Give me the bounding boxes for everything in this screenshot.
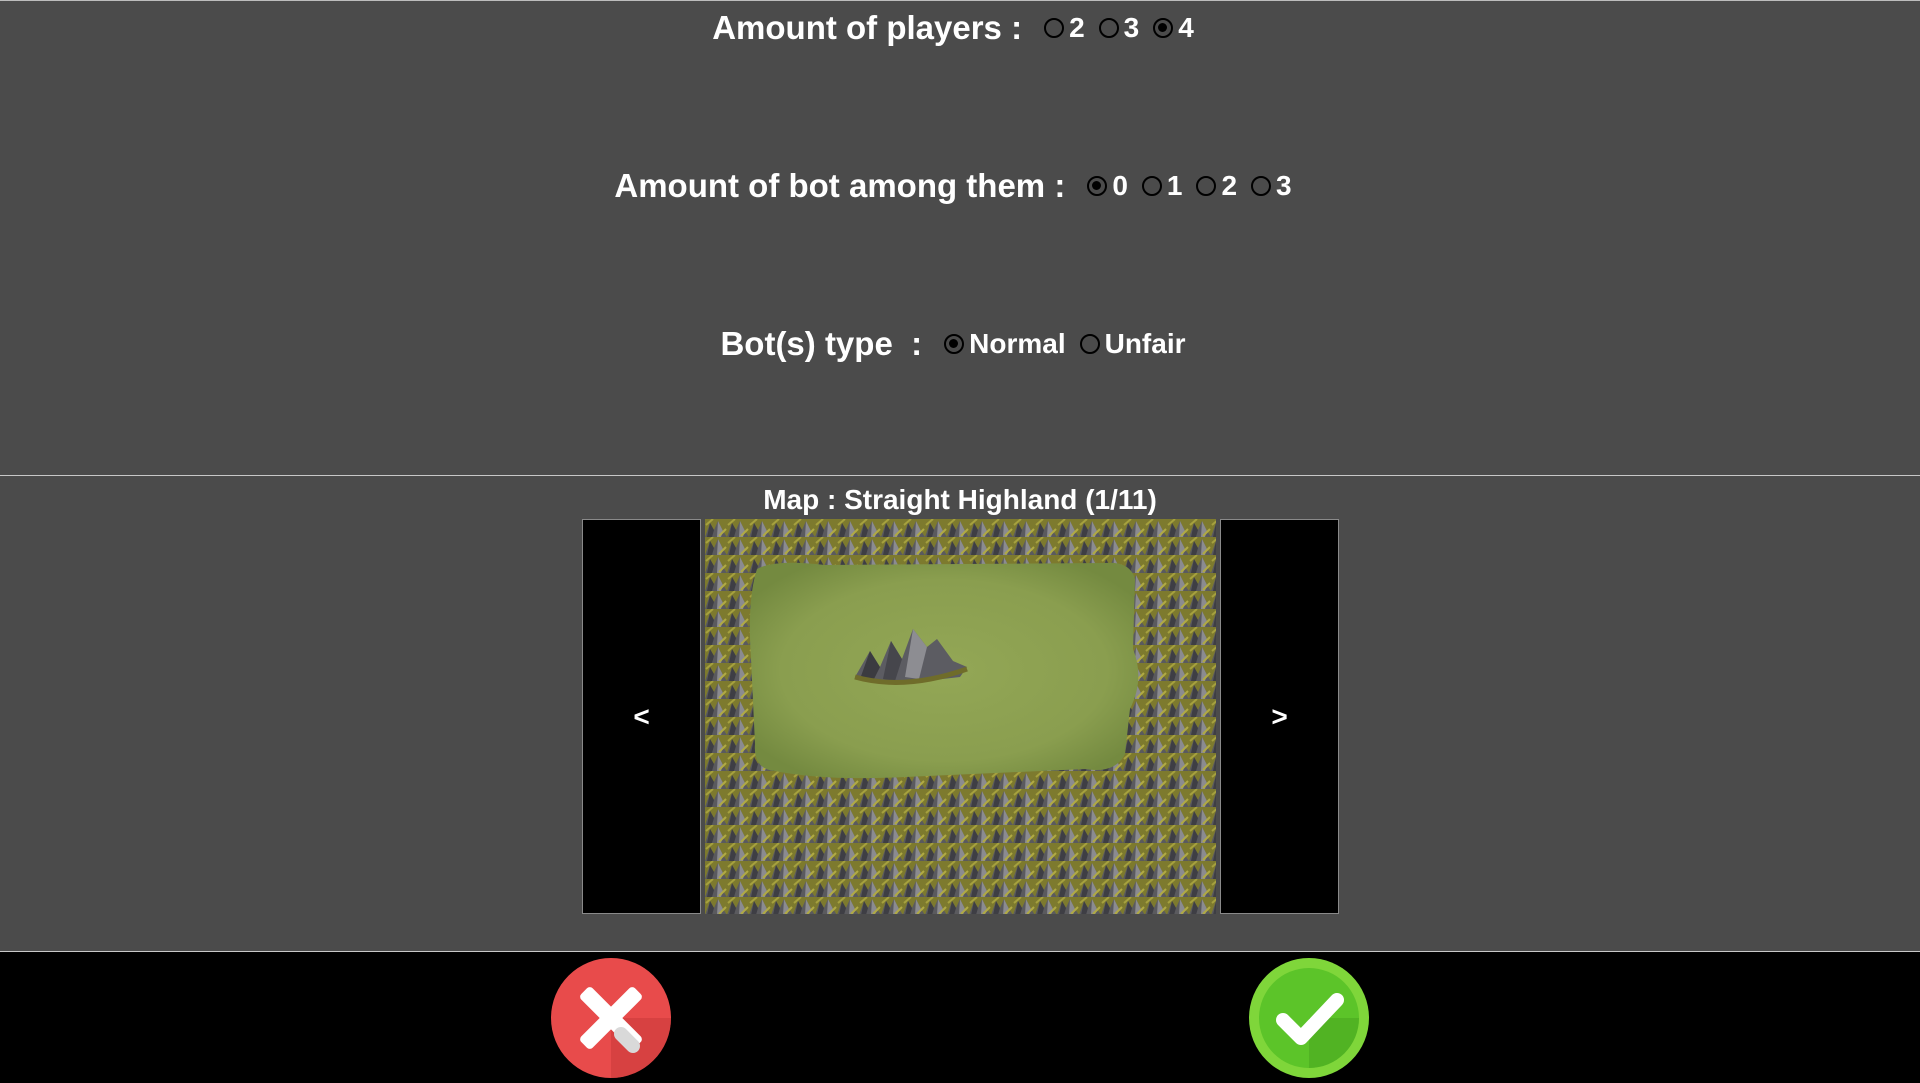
radio-button[interactable] [1079,334,1100,354]
bots-row: Amount of bot among them : 0 1 2 3 [0,167,1920,205]
players-row: Amount of players : 2 3 4 [0,9,1920,47]
green-check-icon [1249,958,1369,1078]
bots-option-3[interactable]: 3 [1251,170,1292,202]
radio-label: 3 [1123,12,1140,43]
radio-label: 0 [1112,170,1128,201]
radio-label: 1 [1166,170,1183,201]
radio-button[interactable] [1044,18,1065,38]
radio-button-selected[interactable] [944,334,965,354]
bot-type-row: Bot(s) type : Normal Unfair [0,325,1920,363]
radio-label: Normal [969,328,1066,359]
bots-label: Amount of bot among them : [614,167,1066,204]
players-radio-group: 2 3 4 [1044,12,1208,44]
players-option-4[interactable]: 4 [1153,12,1194,44]
next-map-button[interactable]: > [1220,519,1339,914]
previous-arrow-icon: < [633,700,650,732]
map-selection-panel: Map : Straight Highland (1/11) < > [0,476,1920,951]
cancel-button[interactable] [551,958,671,1078]
confirm-button[interactable] [1249,958,1369,1078]
bot-type-radio-group: Normal Unfair [944,328,1199,360]
bots-radio-group: 0 1 2 3 [1087,170,1305,202]
players-label: Amount of players : [712,9,1023,46]
red-cross-icon [551,958,671,1078]
radio-label: 2 [1069,12,1085,43]
radio-label: Unfair [1104,328,1186,359]
next-arrow-icon: > [1271,700,1288,732]
previous-map-button[interactable]: < [582,519,701,914]
radio-label: 2 [1221,170,1238,201]
bot-type-option-unfair[interactable]: Unfair [1079,328,1186,360]
players-option-2[interactable]: 2 [1044,12,1085,44]
radio-button-selected[interactable] [1153,18,1174,38]
radio-label: 4 [1178,12,1194,43]
radio-button[interactable] [1098,18,1119,38]
action-bar [0,952,1920,1080]
bots-option-1[interactable]: 1 [1141,170,1183,202]
radio-button-selected[interactable] [1087,176,1108,196]
bots-option-0[interactable]: 0 [1087,170,1128,202]
radio-button[interactable] [1251,176,1272,196]
radio-label: 3 [1276,170,1292,201]
players-option-3[interactable]: 3 [1098,12,1140,44]
bots-option-2[interactable]: 2 [1196,170,1237,202]
radio-button[interactable] [1141,176,1162,196]
bot-type-option-normal[interactable]: Normal [944,328,1066,360]
highland-map-preview [705,519,1216,914]
game-settings-panel: Amount of players : 2 3 4 Amount of bot … [0,0,1920,475]
bot-type-label: Bot(s) type : [720,325,923,362]
radio-button[interactable] [1196,176,1217,196]
map-title: Map : Straight Highland (1/11) [763,484,1157,515]
